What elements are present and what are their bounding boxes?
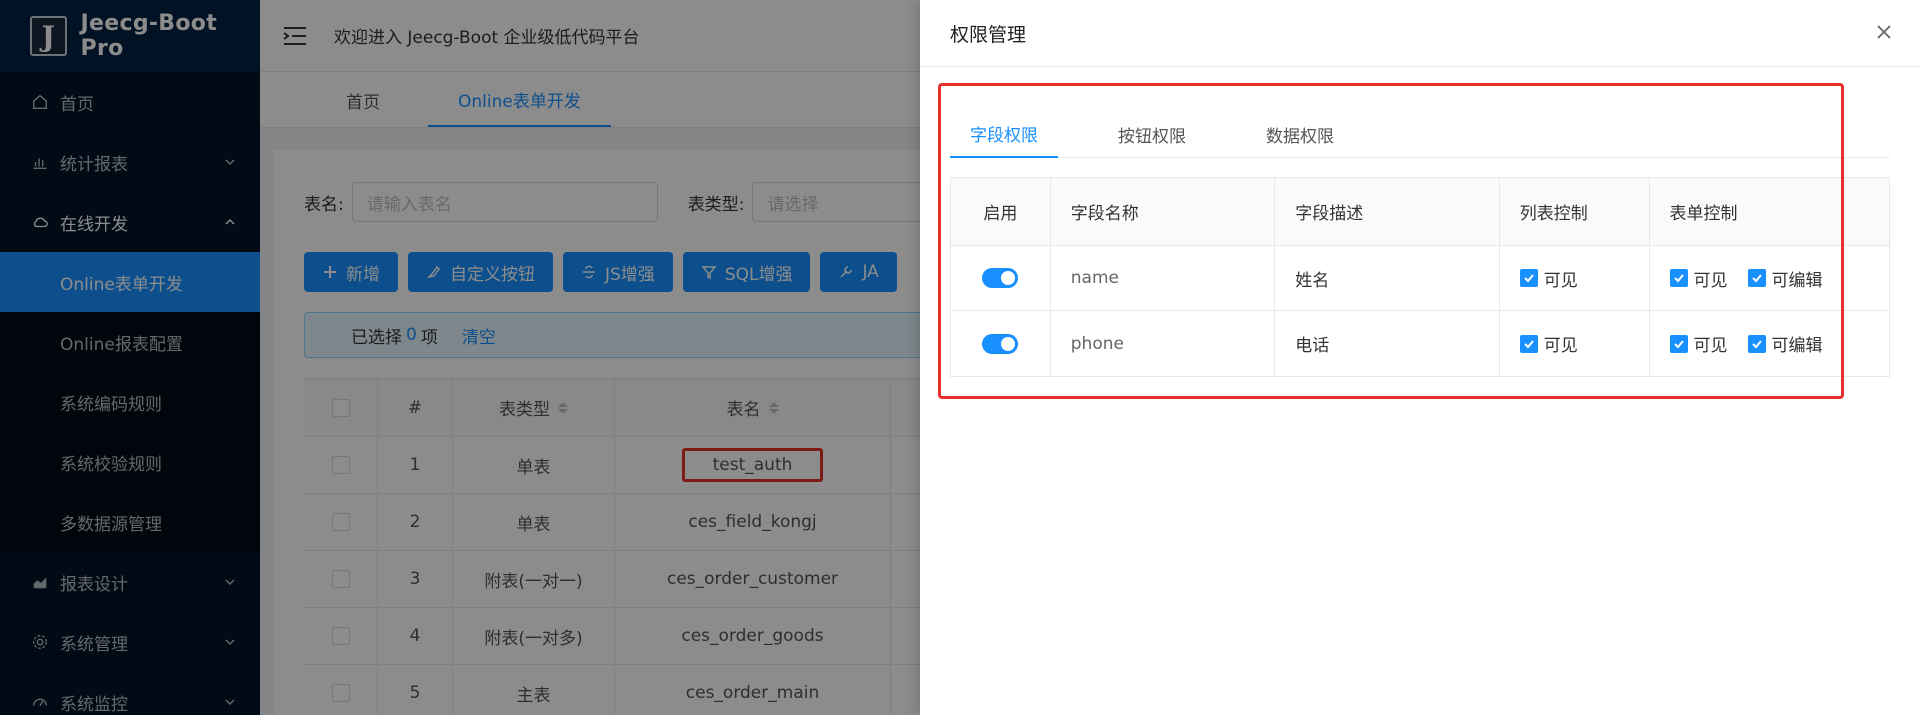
drawer-mask[interactable] [0,0,920,715]
permission-drawer: 权限管理 字段权限 按钮权限 数据权限 启用 字段名称 字段描述 列表控制 表单… [920,0,1920,715]
drawer-header: 权限管理 [920,0,1920,67]
close-icon[interactable] [1874,22,1894,42]
highlight-annotation-frame [938,83,1844,399]
drawer-title: 权限管理 [950,23,1027,46]
